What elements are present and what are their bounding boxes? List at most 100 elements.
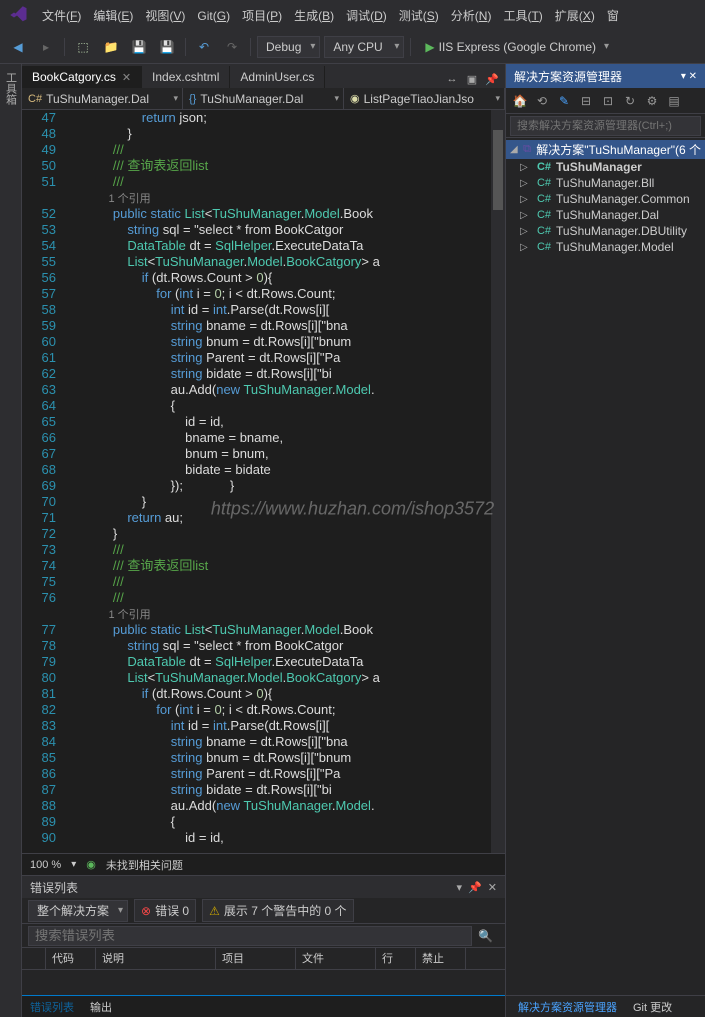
nav-namespace-combo[interactable]: {} TuShuManager.Dal bbox=[183, 88, 344, 109]
issues-text: 未找到相关问题 bbox=[106, 857, 183, 873]
error-col-header[interactable]: 禁止 bbox=[416, 948, 466, 969]
project-item[interactable]: ▷C#TuShuManager.Common bbox=[506, 191, 705, 207]
bottom-tabs: 错误列表 输出 bbox=[22, 995, 505, 1017]
error-search-input[interactable] bbox=[28, 926, 472, 946]
editor-tab[interactable]: AdminUser.cs bbox=[230, 66, 325, 88]
editor-tab[interactable]: BookCatgory.cs✕ bbox=[22, 66, 142, 88]
pen-icon[interactable]: ✎ bbox=[554, 91, 574, 111]
new-project-icon[interactable]: ⬚ bbox=[71, 35, 95, 59]
editor-tabs: BookCatgory.cs✕Index.cshtmlAdminUser.cs … bbox=[22, 64, 505, 88]
csharp-project-icon: C# bbox=[536, 240, 552, 254]
pin-icon[interactable]: 📌 bbox=[483, 70, 501, 88]
chevron-right-icon: ▷ bbox=[520, 210, 532, 221]
menu-工具[interactable]: 工具(T) bbox=[497, 5, 548, 27]
error-list-title: 错误列表 bbox=[30, 879, 78, 896]
undo-icon[interactable]: ↶ bbox=[192, 35, 216, 59]
project-item[interactable]: ▷C#TuShuManager.Model bbox=[506, 239, 705, 255]
project-item[interactable]: ▷C#TuShuManager.Dal bbox=[506, 207, 705, 223]
chevron-right-icon: ▷ bbox=[520, 178, 532, 189]
sync-icon[interactable]: ⟲ bbox=[532, 91, 552, 111]
vertical-scrollbar[interactable] bbox=[491, 110, 505, 853]
tab-output[interactable]: 输出 bbox=[82, 997, 120, 1017]
menu-编辑[interactable]: 编辑(E) bbox=[87, 5, 139, 27]
preview-icon[interactable]: ▤ bbox=[664, 91, 684, 111]
code-content[interactable]: return json; } /// /// 查询表返回list /// 1 个… bbox=[80, 110, 505, 853]
editor-pane: BookCatgory.cs✕Index.cshtmlAdminUser.cs … bbox=[22, 64, 505, 1017]
menu-视图[interactable]: 视图(V) bbox=[139, 5, 191, 27]
nav-back-icon[interactable]: ◀ bbox=[6, 35, 30, 59]
solution-root[interactable]: ◢ ⧉ 解决方案"TuShuManager"(6 个 bbox=[506, 140, 705, 159]
menu-扩展[interactable]: 扩展(X) bbox=[549, 5, 601, 27]
main-toolbar: ◀ ▸ ⬚ 📁 💾 💾 ↶ ↷ Debug Any CPU ▶ IIS Expr… bbox=[0, 30, 705, 64]
open-icon[interactable]: 📁 bbox=[99, 35, 123, 59]
nav-fwd-icon[interactable]: ▸ bbox=[34, 35, 58, 59]
menu-窗[interactable]: 窗 bbox=[601, 5, 625, 27]
error-col-header[interactable]: 说明 bbox=[96, 948, 216, 969]
toolbox-tab[interactable]: 工具箱 bbox=[3, 68, 19, 109]
method-icon: ◉ bbox=[350, 92, 360, 105]
warning-icon: ⚠ bbox=[209, 904, 220, 918]
error-list-panel: 错误列表 ▾ 📌 ✕ 整个解决方案 ⊗ 错误 0 ⚠ 展示 7 个警告中的 0 … bbox=[22, 875, 505, 995]
error-icon: ⊗ bbox=[141, 904, 151, 918]
play-icon: ▶ bbox=[425, 40, 434, 54]
project-item[interactable]: ▷C#TuShuManager.DBUtility bbox=[506, 223, 705, 239]
cycle-tab-icon[interactable]: ↔ bbox=[443, 70, 461, 88]
project-item[interactable]: ▷C#TuShuManager bbox=[506, 159, 705, 175]
error-col-header[interactable]: 行 bbox=[376, 948, 416, 969]
menu-生成[interactable]: 生成(B) bbox=[288, 5, 340, 27]
error-col-header[interactable]: 代码 bbox=[46, 948, 96, 969]
errors-filter[interactable]: ⊗ 错误 0 bbox=[134, 899, 196, 922]
collapse-icon[interactable]: ⊟ bbox=[576, 91, 596, 111]
warnings-filter[interactable]: ⚠ 展示 7 个警告中的 0 个 bbox=[202, 899, 353, 922]
solution-explorer-title: 解决方案资源管理器 bbox=[514, 68, 622, 85]
error-col-header[interactable] bbox=[22, 948, 46, 969]
close-icon[interactable]: ✕ bbox=[122, 71, 131, 84]
scope-combo[interactable]: 整个解决方案 bbox=[28, 900, 128, 922]
csharp-project-icon: C# bbox=[536, 224, 552, 238]
dropdown-icon[interactable]: ▾ bbox=[457, 881, 463, 894]
namespace-icon: {} bbox=[189, 93, 196, 105]
nav-member-combo[interactable]: ◉ ListPageTiaoJianJso bbox=[344, 88, 505, 109]
vs-logo-icon bbox=[4, 0, 34, 30]
search-icon[interactable]: 🔍 bbox=[472, 929, 499, 943]
fold-strip bbox=[66, 110, 80, 853]
tab-git-changes[interactable]: Git 更改 bbox=[625, 997, 680, 1017]
solution-search-input[interactable] bbox=[510, 116, 701, 136]
editor-tab[interactable]: Index.cshtml bbox=[142, 66, 230, 88]
tab-solution-explorer[interactable]: 解决方案资源管理器 bbox=[510, 997, 625, 1017]
tab-error-list[interactable]: 错误列表 bbox=[22, 997, 82, 1017]
menu-文件[interactable]: 文件(F) bbox=[36, 5, 87, 27]
preview-icon[interactable]: ▣ bbox=[463, 70, 481, 88]
pin-icon[interactable]: 📌 bbox=[468, 881, 482, 894]
menu-测试[interactable]: 测试(S) bbox=[393, 5, 445, 27]
project-item[interactable]: ▷C#TuShuManager.Bll bbox=[506, 175, 705, 191]
code-editor[interactable]: 4748495051525354555657585960616263646566… bbox=[22, 110, 505, 853]
error-col-header[interactable]: 文件 bbox=[296, 948, 376, 969]
platform-combo[interactable]: Any CPU bbox=[324, 36, 404, 58]
csharp-project-icon: C# bbox=[536, 160, 552, 174]
csharp-project-icon: C# bbox=[536, 176, 552, 190]
chevron-right-icon: ▷ bbox=[520, 162, 532, 173]
csharp-project-icon: C# bbox=[536, 208, 552, 222]
nav-project-combo[interactable]: C# TuShuManager.Dal bbox=[22, 88, 183, 109]
redo-icon[interactable]: ↷ bbox=[220, 35, 244, 59]
properties-icon[interactable]: ⚙ bbox=[642, 91, 662, 111]
menu-调试[interactable]: 调试(D) bbox=[340, 5, 393, 27]
line-gutter: 4748495051525354555657585960616263646566… bbox=[22, 110, 66, 853]
chevron-down-icon: ◢ bbox=[510, 144, 518, 155]
menu-Git[interactable]: Git(G) bbox=[191, 5, 236, 27]
refresh-icon[interactable]: ↻ bbox=[620, 91, 640, 111]
save-all-icon[interactable]: 💾 bbox=[155, 35, 179, 59]
error-col-header[interactable]: 项目 bbox=[216, 948, 296, 969]
home-icon[interactable]: 🏠 bbox=[510, 91, 530, 111]
menu-项目[interactable]: 项目(P) bbox=[236, 5, 288, 27]
ok-icon: ◉ bbox=[86, 858, 96, 871]
chevron-right-icon: ▷ bbox=[520, 242, 532, 253]
config-combo[interactable]: Debug bbox=[257, 36, 320, 58]
zoom-level[interactable]: 100 % bbox=[30, 859, 61, 871]
show-all-icon[interactable]: ⊡ bbox=[598, 91, 618, 111]
run-button[interactable]: ▶ IIS Express (Google Chrome) ▾ bbox=[417, 38, 617, 56]
save-icon[interactable]: 💾 bbox=[127, 35, 151, 59]
close-icon[interactable]: ✕ bbox=[488, 881, 497, 894]
menu-分析[interactable]: 分析(N) bbox=[445, 5, 498, 27]
